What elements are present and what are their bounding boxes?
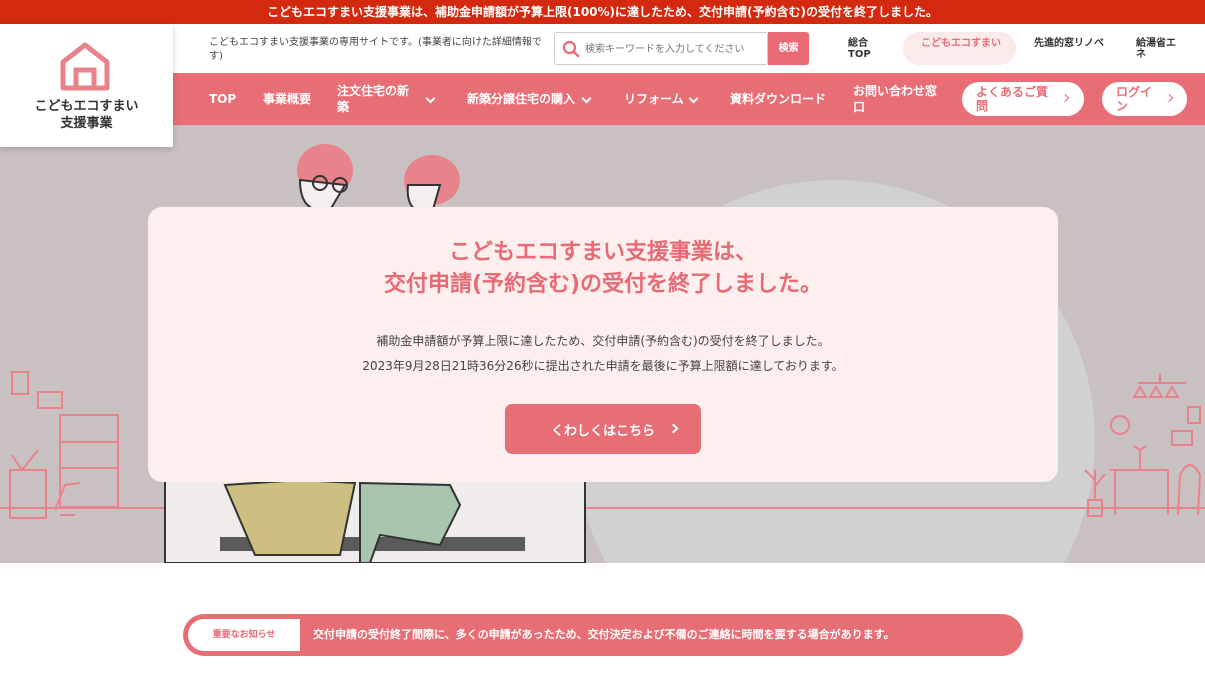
chevron-right-icon: [1060, 93, 1070, 103]
chevron-down-icon[interactable]: [425, 93, 436, 104]
house-logo-icon: [60, 42, 110, 91]
search-input[interactable]: [585, 37, 765, 61]
main-navigation: TOP 事業概要 注文住宅の新築 新築分譲住宅の購入 リフォーム 資料ダウンロー…: [173, 73, 1205, 125]
chevron-down-icon[interactable]: [688, 93, 699, 104]
util-link-kodomo-eco[interactable]: こどもエコすまい: [903, 32, 1016, 65]
nav-overview[interactable]: 事業概要: [263, 73, 311, 125]
notice-card: こどもエコすまい支援事業は、 交付申請(予約含む)の受付を終了しました。 補助金…: [148, 207, 1058, 482]
utility-header: こどもエコすまい支援事業の専用サイトです。(事業者に向けた詳細情報です) 検索 …: [173, 24, 1205, 73]
search-icon: [562, 40, 580, 58]
util-link-general-top[interactable]: 総合TOP: [848, 38, 878, 60]
nav-custom-house[interactable]: 注文住宅の新築: [337, 73, 419, 125]
top-alert-banner[interactable]: こどもエコすまい支援事業は、補助金申請額が予算上限(100%)に達したため、交付…: [0, 0, 1205, 24]
nav-contact[interactable]: お問い合わせ窓口: [853, 73, 948, 125]
util-link-water-heater[interactable]: 給湯省エネ: [1136, 38, 1181, 60]
details-button[interactable]: くわしくはこちら: [505, 404, 701, 454]
notice-body: 補助金申請額が予算上限に達したため、交付申請(予約含む)の受付を終了しました。 …: [362, 334, 844, 373]
faq-button[interactable]: よくあるご質問: [962, 82, 1084, 116]
important-notice-bar[interactable]: 重要なお知らせ 交付申請の受付終了間際に、多くの申請があったため、交付決定および…: [183, 614, 1023, 656]
nav-new-purchase[interactable]: 新築分譲住宅の購入: [467, 73, 575, 125]
notice-title: こどもエコすまい支援事業は、 交付申請(予約含む)の受付を終了しました。: [383, 240, 823, 297]
chevron-down-icon[interactable]: [581, 93, 592, 104]
site-description: こどもエコすまい支援事業の専用サイトです。(事業者に向けた詳細情報です): [209, 37, 542, 62]
chevron-right-icon: [668, 423, 679, 434]
nav-reform[interactable]: リフォーム: [624, 73, 684, 125]
chevron-right-icon: [1164, 93, 1174, 103]
important-notice-label: 重要なお知らせ: [188, 619, 300, 651]
util-link-window-renovation[interactable]: 先進的窓リノベ: [1034, 38, 1109, 49]
nav-top[interactable]: TOP: [209, 73, 236, 125]
search-button[interactable]: 検索: [768, 32, 809, 65]
search-box: [554, 32, 768, 65]
logo-title: こどもエコすまい 支援事業: [34, 99, 139, 131]
nav-downloads[interactable]: 資料ダウンロード: [730, 73, 830, 125]
site-logo[interactable]: こどもエコすまい 支援事業: [0, 24, 173, 147]
important-notice-text: 交付申請の受付終了間際に、多くの申請があったため、交付決定および不備のご連絡に時…: [313, 628, 895, 641]
login-button[interactable]: ログイン: [1102, 82, 1187, 116]
